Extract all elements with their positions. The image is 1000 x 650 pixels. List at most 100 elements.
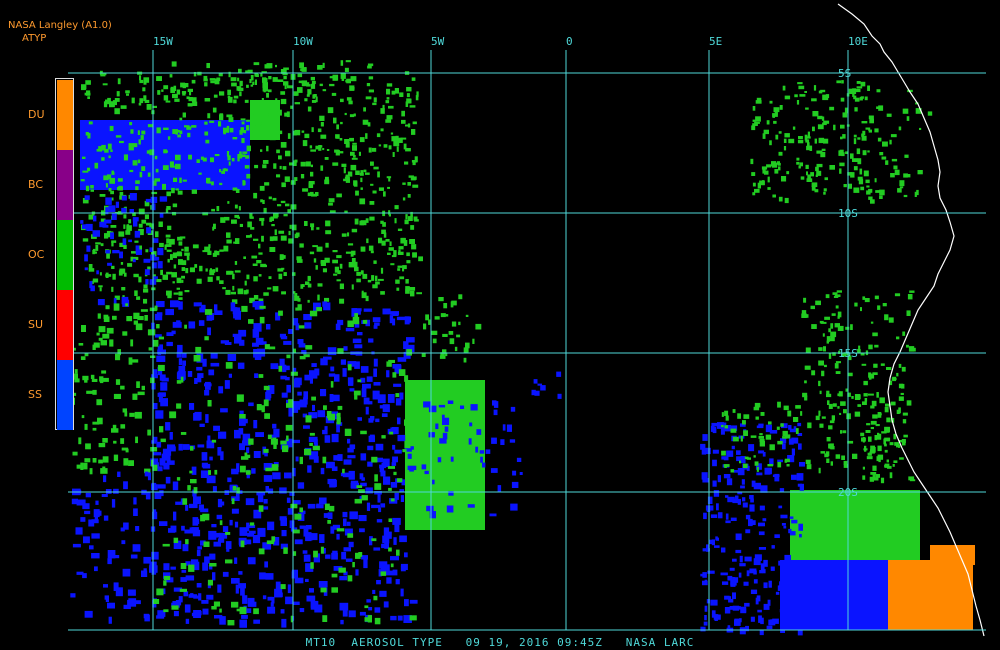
aerosol-pixel bbox=[782, 85, 786, 91]
aerosol-pixel bbox=[332, 162, 339, 166]
aerosol-pixel bbox=[797, 82, 803, 85]
aerosol-pixel bbox=[370, 161, 374, 166]
aerosol-pixel bbox=[771, 545, 775, 549]
aerosol-pixel bbox=[122, 238, 127, 246]
aerosol-pixel bbox=[235, 492, 240, 501]
aerosol-pixel bbox=[113, 303, 120, 311]
aerosol-pixel bbox=[214, 469, 218, 475]
aerosol-pixel bbox=[171, 272, 177, 278]
aerosol-pixel bbox=[399, 92, 404, 97]
aerosol-pixel bbox=[837, 406, 840, 409]
aerosol-pixel bbox=[131, 251, 137, 254]
aerosol-pixel bbox=[105, 305, 110, 310]
aerosol-pixel bbox=[753, 482, 761, 490]
aerosol-pixel bbox=[263, 506, 269, 510]
aerosol-pixel bbox=[906, 116, 910, 121]
aerosol-pixel bbox=[111, 286, 114, 292]
aerosol-pixel bbox=[396, 287, 400, 291]
aerosol-pixel bbox=[839, 168, 842, 174]
aerosol-pixel bbox=[258, 122, 262, 125]
aerosol-pixel bbox=[316, 246, 323, 252]
aerosol-pixel bbox=[262, 164, 267, 169]
aerosol-pixel bbox=[343, 459, 352, 465]
aerosol-pixel bbox=[127, 599, 134, 606]
aerosol-pixel bbox=[128, 145, 134, 151]
aerosol-pixel bbox=[265, 122, 268, 129]
aerosol-pixel bbox=[157, 484, 166, 489]
aerosol-pixel bbox=[234, 261, 238, 265]
aerosol-pixel bbox=[286, 111, 290, 118]
aerosol-pixel bbox=[371, 504, 381, 509]
aerosol-pixel bbox=[280, 336, 288, 340]
aerosol-pixel bbox=[870, 199, 875, 204]
aerosol-pixel bbox=[147, 329, 156, 336]
aerosol-pixel bbox=[245, 498, 255, 506]
aerosol-pixel bbox=[178, 301, 183, 310]
aerosol-pixel bbox=[756, 425, 764, 429]
aerosol-pixel bbox=[241, 305, 248, 312]
aerosol-pixel bbox=[194, 378, 198, 384]
aerosol-pixel bbox=[227, 477, 232, 483]
aerosol-pixel bbox=[868, 115, 874, 120]
aerosol-pixel bbox=[360, 270, 364, 275]
aerosol-pixel bbox=[131, 97, 135, 104]
aerosol-pixel bbox=[751, 125, 756, 131]
aerosol-pixel bbox=[258, 274, 262, 277]
aerosol-pixel bbox=[872, 414, 878, 419]
aerosol-pixel bbox=[720, 572, 728, 576]
aerosol-pixel bbox=[212, 226, 215, 231]
aerosol-pixel bbox=[884, 443, 887, 447]
aerosol-pixel bbox=[237, 216, 240, 219]
aerosol-pixel bbox=[178, 443, 183, 451]
aerosol-pixel bbox=[437, 457, 442, 463]
aerosol-pixel bbox=[512, 470, 517, 476]
aerosol-pixel bbox=[381, 240, 386, 246]
aerosol-pixel bbox=[156, 127, 161, 134]
aerosol-pixel bbox=[707, 570, 715, 574]
aerosol-pixel bbox=[298, 80, 304, 84]
aerosol-pixel bbox=[881, 156, 887, 160]
aerosol-pixel bbox=[331, 433, 339, 443]
aerosol-pixel bbox=[404, 552, 408, 558]
aerosol-pixel bbox=[187, 371, 193, 377]
aerosol-pixel bbox=[810, 305, 815, 310]
aerosol-pixel bbox=[347, 364, 352, 371]
aerosol-pixel bbox=[185, 618, 190, 624]
aerosol-pixel bbox=[100, 243, 104, 247]
aerosol-pixel bbox=[227, 96, 233, 103]
aerosol-pixel bbox=[221, 170, 225, 174]
aerosol-pixel bbox=[398, 246, 404, 250]
aerosol-pixel bbox=[892, 376, 896, 382]
aerosol-pixel bbox=[320, 165, 324, 171]
aerosol-pixel bbox=[125, 90, 130, 94]
aerosol-pixel bbox=[307, 299, 310, 303]
aerosol-pixel bbox=[311, 80, 316, 85]
aerosol-pixel bbox=[280, 609, 285, 614]
aerosol-pixel bbox=[277, 79, 284, 82]
aerosol-pixel bbox=[312, 445, 320, 451]
aerosol-pixel bbox=[842, 134, 846, 139]
aerosol-pixel bbox=[773, 120, 777, 124]
aerosol-pixel bbox=[133, 497, 137, 505]
aerosol-pixel bbox=[234, 521, 239, 528]
aerosol-pixel bbox=[277, 268, 284, 272]
aerosol-pixel bbox=[415, 95, 419, 101]
aerosol-pixel bbox=[123, 604, 131, 609]
aerosol-pixel bbox=[743, 414, 750, 419]
aerosol-pixel bbox=[159, 344, 163, 353]
aerosol-pixel bbox=[232, 485, 237, 491]
aerosol-pixel bbox=[770, 566, 775, 571]
aerosol-pixel bbox=[238, 68, 242, 73]
aerosol-pixel bbox=[157, 466, 163, 472]
aerosol-pixel bbox=[318, 581, 328, 588]
aerosol-pixel bbox=[917, 170, 923, 175]
aerosol-pixel bbox=[834, 294, 841, 297]
aerosol-pixel bbox=[743, 581, 749, 586]
aerosol-pixel bbox=[176, 89, 181, 95]
aerosol-pixel bbox=[90, 189, 94, 192]
aerosol-pixel bbox=[402, 182, 406, 185]
aerosol-pixel bbox=[297, 304, 302, 311]
aerosol-pixel bbox=[84, 379, 88, 383]
aerosol-pixel bbox=[310, 164, 313, 168]
aerosol-pixel bbox=[240, 540, 245, 548]
